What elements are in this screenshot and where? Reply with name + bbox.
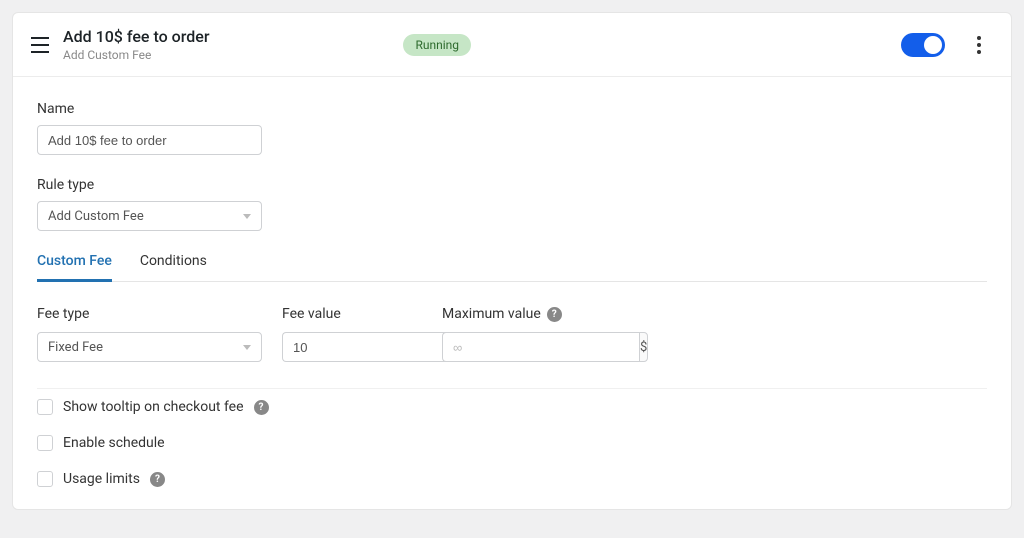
schedule-option-label: Enable schedule	[63, 435, 165, 451]
help-icon[interactable]: ?	[547, 307, 562, 322]
max-value-label: Maximum value ?	[442, 306, 582, 322]
max-value-col: Maximum value ? $	[442, 306, 582, 362]
header: Add 10$ fee to order Add Custom Fee Runn…	[13, 13, 1011, 77]
chevron-down-icon	[243, 214, 251, 219]
enable-toggle[interactable]	[901, 33, 945, 57]
schedule-checkbox[interactable]	[37, 435, 53, 451]
tab-custom-fee[interactable]: Custom Fee	[37, 253, 112, 282]
page-title: Add 10$ fee to order	[63, 27, 209, 46]
fee-row: Fee type Fixed Fee Fee value $ Maximum v…	[37, 306, 987, 389]
max-value-input[interactable]	[442, 332, 639, 362]
fee-type-col: Fee type Fixed Fee	[37, 306, 262, 362]
usage-option-label: Usage limits	[63, 471, 140, 487]
rule-type-label: Rule type	[37, 177, 987, 193]
max-value-input-group: $	[442, 332, 582, 362]
form-body: Name Rule type Add Custom Fee Custom Fee…	[13, 77, 1011, 509]
status-badge: Running	[403, 34, 471, 56]
more-menu-icon[interactable]	[971, 33, 987, 57]
fee-type-select[interactable]: Fixed Fee	[37, 332, 262, 362]
fee-value-col: Fee value $	[282, 306, 422, 362]
tabs: Custom Fee Conditions	[37, 253, 987, 282]
usage-checkbox[interactable]	[37, 471, 53, 487]
chevron-down-icon	[243, 345, 251, 350]
tab-conditions[interactable]: Conditions	[140, 253, 207, 281]
rule-type-field-group: Rule type Add Custom Fee	[37, 177, 987, 231]
name-label: Name	[37, 101, 987, 117]
help-icon[interactable]: ?	[254, 400, 269, 415]
tooltip-option-label: Show tooltip on checkout fee	[63, 399, 244, 415]
name-field-group: Name	[37, 101, 987, 155]
max-value-unit: $	[639, 332, 648, 362]
fee-type-label: Fee type	[37, 306, 262, 322]
name-input[interactable]	[37, 125, 262, 155]
tooltip-option-row: Show tooltip on checkout fee ?	[37, 389, 987, 425]
tooltip-checkbox[interactable]	[37, 399, 53, 415]
schedule-option-row: Enable schedule	[37, 425, 987, 461]
settings-card: Add 10$ fee to order Add Custom Fee Runn…	[12, 12, 1012, 510]
fee-type-value: Fixed Fee	[48, 340, 103, 355]
rule-type-value: Add Custom Fee	[48, 209, 144, 224]
title-block: Add 10$ fee to order Add Custom Fee	[63, 27, 209, 62]
page-subtitle: Add Custom Fee	[63, 48, 209, 62]
rule-type-select[interactable]: Add Custom Fee	[37, 201, 262, 231]
menu-icon[interactable]	[31, 37, 49, 53]
fee-value-input-group: $	[282, 332, 422, 362]
fee-value-label: Fee value	[282, 306, 422, 322]
help-icon[interactable]: ?	[150, 472, 165, 487]
usage-option-row: Usage limits ?	[37, 461, 987, 497]
